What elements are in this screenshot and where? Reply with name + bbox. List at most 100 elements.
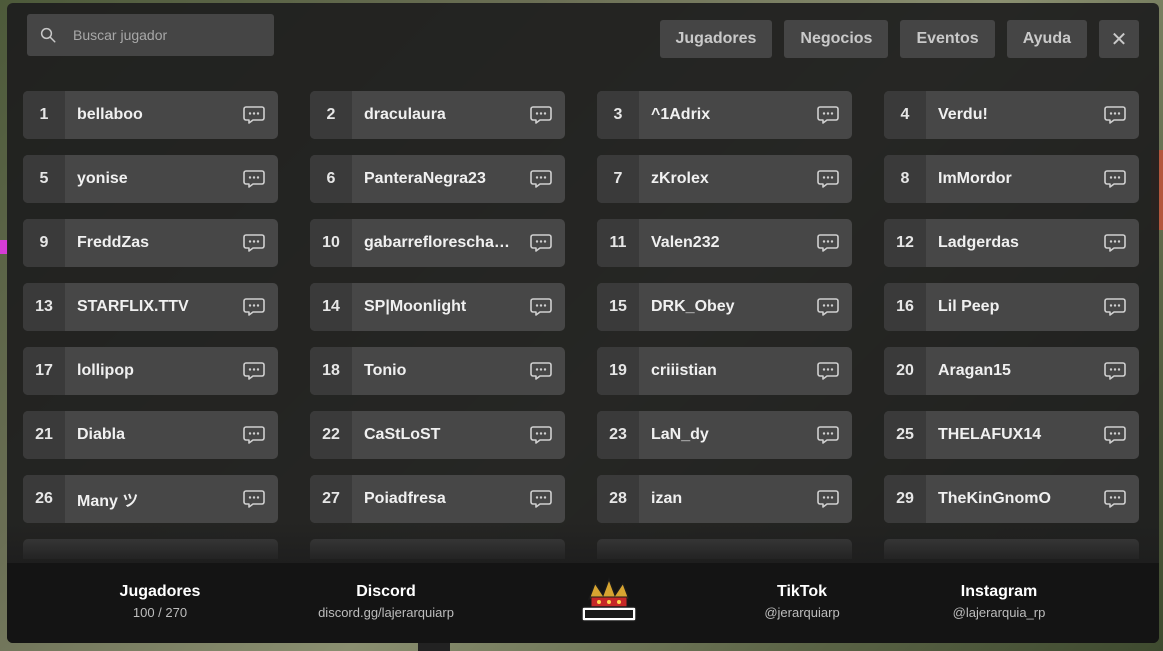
footer-players-count: 100 / 270 [132, 605, 188, 620]
tab-jugadores[interactable]: Jugadores [659, 20, 773, 58]
footer-instagram-handle[interactable]: @lajerarquia_rp [953, 605, 1046, 620]
footer-tiktok-title: TikTok [776, 583, 828, 600]
player-card[interactable]: 10 gabarrefloreschavez [310, 219, 565, 267]
message-icon[interactable] [1091, 219, 1139, 267]
player-grid: 1 bellaboo 2 draculaura 3 ^1Adrix 4 Verdu! 5 yoni… [23, 91, 1139, 559]
footer-discord[interactable]: Discord discord.gg/lajerarquiarp [318, 583, 454, 620]
message-icon[interactable] [230, 283, 278, 331]
player-card[interactable]: 9 FreddZas [23, 219, 278, 267]
player-card[interactable]: 8 ImMordor [884, 155, 1139, 203]
player-id: 1 [23, 91, 65, 139]
player-name: Valen232 [651, 234, 720, 251]
player-card[interactable]: 4 Verdu! [884, 91, 1139, 139]
message-icon[interactable] [1091, 411, 1139, 459]
footer-players: Jugadores 100 / 270 [120, 583, 201, 620]
tab-negocios[interactable]: Negocios [784, 20, 889, 58]
player-name: Aragan15 [938, 362, 1011, 379]
player-card[interactable]: 5 yonise [23, 155, 278, 203]
message-icon[interactable] [517, 347, 565, 395]
message-icon[interactable] [230, 347, 278, 395]
player-card[interactable]: 22 CaStLoST [310, 411, 565, 459]
message-icon[interactable] [804, 475, 852, 523]
player-id: 25 [884, 411, 926, 459]
message-icon[interactable] [1091, 91, 1139, 139]
message-icon[interactable] [230, 91, 278, 139]
player-card[interactable]: 2 draculaura [310, 91, 565, 139]
message-icon[interactable] [230, 155, 278, 203]
message-icon[interactable] [1091, 283, 1139, 331]
message-icon[interactable] [1091, 475, 1139, 523]
footer-tiktok-handle[interactable]: @jerarquiarp [764, 605, 839, 620]
player-card[interactable]: 19 criiistian [597, 347, 852, 395]
search-icon [40, 27, 56, 43]
message-icon[interactable] [517, 411, 565, 459]
message-icon[interactable] [517, 283, 565, 331]
message-icon[interactable] [517, 475, 565, 523]
footer-discord-link[interactable]: discord.gg/lajerarquiarp [318, 605, 454, 620]
player-name: Ladgerdas [938, 234, 1019, 251]
player-card[interactable]: 17 lollipop [23, 347, 278, 395]
player-id: 18 [310, 347, 352, 395]
player-card[interactable]: 27 Poiadfresa [310, 475, 565, 523]
tab-eventos[interactable]: Eventos [900, 20, 995, 58]
message-icon[interactable] [804, 411, 852, 459]
player-id: 7 [597, 155, 639, 203]
player-card[interactable]: 26 Many ツ [23, 475, 278, 523]
search-box[interactable] [27, 14, 274, 56]
player-card[interactable]: 25 THELAFUX14 [884, 411, 1139, 459]
jerarquia-logo [581, 577, 637, 622]
player-card[interactable]: 29 TheKinGnomO [884, 475, 1139, 523]
player-name: criiistian [651, 362, 717, 379]
player-card[interactable]: 18 Tonio [310, 347, 565, 395]
message-icon[interactable] [1091, 155, 1139, 203]
message-icon[interactable] [804, 155, 852, 203]
player-card[interactable]: 23 LaN_dy [597, 411, 852, 459]
player-id: 26 [23, 475, 65, 523]
player-card[interactable]: 28 izan [597, 475, 852, 523]
player-name: STARFLIX.TTV [77, 298, 189, 315]
message-icon[interactable] [230, 475, 278, 523]
player-card[interactable]: 15 DRK_Obey [597, 283, 852, 331]
player-id: 10 [310, 219, 352, 267]
footer-instagram[interactable]: Instagram @lajerarquia_rp [953, 583, 1046, 620]
player-card[interactable]: 16 Lil Peep [884, 283, 1139, 331]
message-icon[interactable] [804, 347, 852, 395]
search-input[interactable] [73, 27, 253, 43]
player-card[interactable]: 3 ^1Adrix [597, 91, 852, 139]
player-card[interactable]: 1 bellaboo [23, 91, 278, 139]
message-icon[interactable] [230, 411, 278, 459]
footer-players-title: Jugadores [119, 583, 201, 600]
player-card[interactable]: 14 SP|Moonlight [310, 283, 565, 331]
close-button[interactable]: ✕ [1099, 20, 1139, 58]
player-id: 8 [884, 155, 926, 203]
player-id: 4 [884, 91, 926, 139]
player-card[interactable]: 12 Ladgerdas [884, 219, 1139, 267]
player-name: CaStLoST [364, 426, 441, 443]
player-id: 28 [597, 475, 639, 523]
footer-instagram-title: Instagram [960, 583, 1038, 600]
message-icon[interactable] [517, 91, 565, 139]
message-icon[interactable] [804, 283, 852, 331]
player-name: TheKinGnomO [938, 490, 1051, 507]
player-id: 3 [597, 91, 639, 139]
player-id: 6 [310, 155, 352, 203]
footer-tiktok[interactable]: TikTok @jerarquiarp [764, 583, 839, 620]
player-card[interactable]: 21 Diabla [23, 411, 278, 459]
player-card[interactable]: 7 zKrolex [597, 155, 852, 203]
player-card[interactable]: 6 PanteraNegra23 [310, 155, 565, 203]
player-name: izan [651, 490, 683, 507]
message-icon[interactable] [517, 219, 565, 267]
player-card[interactable]: 20 Aragan15 [884, 347, 1139, 395]
tab-ayuda[interactable]: Ayuda [1006, 20, 1087, 58]
player-card[interactable]: 13 STARFLIX.TTV [23, 283, 278, 331]
message-icon[interactable] [804, 219, 852, 267]
message-icon[interactable] [804, 91, 852, 139]
top-nav: Jugadores Negocios Eventos Ayuda ✕ [659, 20, 1139, 58]
player-card[interactable]: 11 Valen232 [597, 219, 852, 267]
player-name: bellaboo [77, 106, 143, 123]
player-id: 11 [597, 219, 639, 267]
message-icon[interactable] [517, 155, 565, 203]
message-icon[interactable] [1091, 347, 1139, 395]
message-icon[interactable] [230, 219, 278, 267]
player-id: 21 [23, 411, 65, 459]
